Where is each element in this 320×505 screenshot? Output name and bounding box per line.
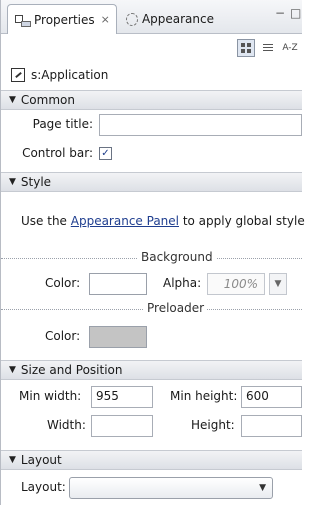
sort-alphabetical-button[interactable]: A-Z <box>281 39 299 57</box>
alpha-dropdown-button[interactable]: ▼ <box>269 273 287 295</box>
section-size-position[interactable]: ▼ Size and Position <box>1 360 302 380</box>
expand-triangle-icon: ▼ <box>9 95 16 105</box>
tab-appearance[interactable]: Appearance <box>120 4 220 34</box>
expand-triangle-icon: ▼ <box>9 365 16 375</box>
dropdown-arrow-icon: ▼ <box>274 279 282 289</box>
background-color-swatch[interactable] <box>89 273 147 295</box>
min-height-input[interactable]: 600 <box>241 386 302 408</box>
preloader-label: Preloader <box>144 301 208 315</box>
control-bar-checkbox[interactable]: ✓ <box>99 147 112 160</box>
min-size-row: Min width: 955 Min height: 600 <box>1 384 302 410</box>
style-note: Use the Appearance Panel to apply global… <box>21 214 305 228</box>
background-color-label: Color: <box>45 276 81 290</box>
expand-triangle-icon: ▼ <box>9 177 16 187</box>
appearance-panel-link[interactable]: Appearance Panel <box>71 214 179 228</box>
tab-properties-label: Properties <box>34 12 95 27</box>
preloader-color-row: Color: <box>1 324 302 350</box>
section-size-position-label: Size and Position <box>20 363 123 377</box>
layout-select[interactable]: ▼ <box>69 477 273 499</box>
section-layout-label: Layout <box>20 453 62 467</box>
min-width-label: Min width: <box>19 389 82 403</box>
section-style[interactable]: ▼ Style <box>1 172 302 192</box>
maximize-icon[interactable]: □ <box>290 6 301 20</box>
layout-row: Layout: ▼ <box>1 475 302 501</box>
background-color-row: Color: Alpha: 100% ▼ <box>1 271 302 297</box>
page-title-label: Page title: <box>32 117 93 131</box>
tab-appearance-label: Appearance <box>141 12 214 26</box>
dropdown-arrow-icon: ▼ <box>259 483 266 493</box>
tab-properties[interactable]: Properties ⨯ <box>7 4 117 34</box>
control-bar-label: Control bar: <box>22 146 93 160</box>
page-title-input[interactable] <box>99 114 302 136</box>
width-input[interactable] <box>91 415 153 437</box>
layout-label: Layout: <box>21 480 66 494</box>
width-label: Width: <box>47 418 86 432</box>
page-title-row: Page title: <box>1 112 302 138</box>
edit-component-icon <box>11 68 25 82</box>
control-bar-row: Control bar: ✓ <box>1 141 302 167</box>
sort-az-icon: A-Z <box>282 43 298 53</box>
component-name: s:Application <box>31 68 109 82</box>
height-label: Height: <box>191 418 235 432</box>
section-common[interactable]: ▼ Common <box>1 90 302 110</box>
palette-icon <box>126 12 138 26</box>
properties-panel: Properties ⨯ Appearance − □ A-Z s:Applic… <box>0 0 305 505</box>
preloader-divider: Preloader <box>1 301 302 317</box>
category-view-button[interactable] <box>237 39 255 57</box>
background-label: Background <box>138 250 216 264</box>
preloader-color-swatch[interactable] <box>89 326 147 348</box>
properties-icon <box>14 12 31 28</box>
alpha-label: Alpha: <box>163 276 202 290</box>
min-width-input[interactable]: 955 <box>91 386 153 408</box>
view-toolbar: A-Z <box>1 34 302 62</box>
category-view-icon <box>241 43 251 53</box>
section-style-label: Style <box>20 175 52 189</box>
background-divider: Background <box>1 250 302 266</box>
expand-triangle-icon: ▼ <box>9 455 16 465</box>
style-note-prefix: Use the <box>21 214 71 228</box>
list-view-button[interactable] <box>259 39 277 57</box>
size-row: Width: Height: <box>1 413 302 439</box>
height-input[interactable] <box>241 415 302 437</box>
tab-bar: Properties ⨯ Appearance − □ <box>1 0 302 34</box>
section-common-label: Common <box>20 93 75 107</box>
alpha-input[interactable]: 100% <box>207 273 265 295</box>
min-height-label: Min height: <box>170 389 238 403</box>
style-note-suffix: to apply global style <box>179 214 305 228</box>
component-header: s:Application <box>1 62 302 88</box>
list-view-icon <box>263 43 273 53</box>
section-layout[interactable]: ▼ Layout <box>1 450 302 470</box>
close-icon[interactable]: ⨯ <box>101 13 110 26</box>
preloader-color-label: Color: <box>45 329 81 343</box>
minimize-icon[interactable]: − <box>275 6 285 20</box>
